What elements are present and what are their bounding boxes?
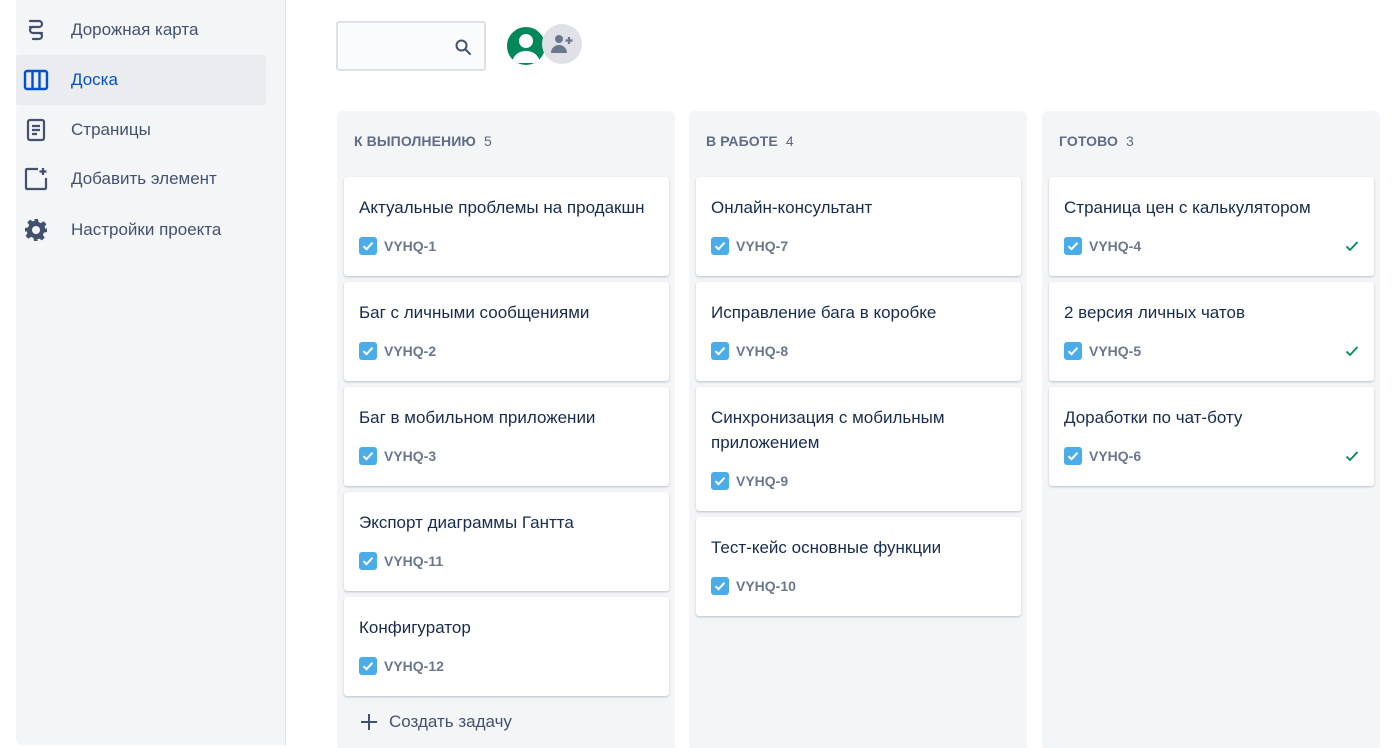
create-task-label: Создать задачу bbox=[389, 712, 512, 731]
sidebar-item-label: Настройки проекта bbox=[71, 220, 222, 239]
add-item-icon bbox=[22, 165, 50, 193]
column-count: 4 bbox=[785, 133, 794, 149]
issue-key: VYHQ-3 bbox=[384, 448, 437, 464]
column-count: 5 bbox=[483, 133, 492, 149]
add-user-button[interactable] bbox=[542, 24, 582, 64]
issue-title: Страница цен с калькулятором bbox=[1064, 198, 1311, 217]
issue-title: Доработки по чат-боту bbox=[1064, 408, 1243, 427]
create-task-button[interactable]: Создать задачу bbox=[359, 712, 512, 732]
issue-type-icon bbox=[359, 447, 377, 465]
issue-key: VYHQ-6 bbox=[1089, 448, 1142, 464]
column-header: В РАБОТЕ 4 bbox=[706, 133, 794, 149]
issue-card[interactable]: Актуальные проблемы на продакшн VYHQ-1 bbox=[344, 177, 669, 276]
sidebar-item-board[interactable]: Доска bbox=[16, 55, 266, 105]
done-check-icon bbox=[1345, 346, 1359, 357]
issue-type-icon bbox=[1064, 447, 1082, 465]
issue-type-icon bbox=[359, 342, 377, 360]
issue-title: Синхронизация с мобильным приложением bbox=[711, 408, 945, 452]
board-column-in-progress: В РАБОТЕ 4 Онлайн-консультант VYHQ-7 Испр… bbox=[689, 111, 1027, 748]
search-input[interactable] bbox=[346, 33, 446, 59]
issue-title: Баг с личными сообщениями bbox=[359, 303, 590, 322]
issue-key: VYHQ-7 bbox=[736, 238, 789, 254]
column-count: 3 bbox=[1126, 133, 1134, 149]
issue-card[interactable]: Тест-кейс основные функции VYHQ-10 bbox=[696, 517, 1021, 616]
search-box[interactable] bbox=[336, 21, 486, 71]
done-check-icon bbox=[1345, 241, 1359, 252]
issue-key: VYHQ-9 bbox=[736, 473, 789, 489]
add-user-icon bbox=[551, 35, 573, 53]
issue-key: VYHQ-8 bbox=[736, 343, 789, 359]
sidebar-item-label: Дорожная карта bbox=[71, 20, 199, 39]
plus-icon bbox=[361, 714, 377, 730]
column-title: К ВЫПОЛНЕНИЮ bbox=[354, 133, 476, 149]
sidebar: Дорожная карта Доска Страницы Добавить э… bbox=[16, 0, 286, 745]
issue-type-icon bbox=[711, 472, 729, 490]
column-title: ГОТОВО bbox=[1059, 133, 1118, 149]
issue-key: VYHQ-4 bbox=[1089, 238, 1142, 254]
column-header: ГОТОВО 3 bbox=[1059, 133, 1134, 149]
issue-card[interactable]: Исправление бага в коробке VYHQ-8 bbox=[696, 282, 1021, 381]
issue-key: VYHQ-12 bbox=[384, 658, 444, 674]
issue-card[interactable]: Страница цен с калькулятором VYHQ-4 bbox=[1049, 177, 1374, 276]
column-title: В РАБОТЕ bbox=[706, 133, 778, 149]
issue-type-icon bbox=[711, 577, 729, 595]
issue-type-icon bbox=[711, 342, 729, 360]
gear-icon bbox=[22, 216, 50, 244]
roadmap-icon bbox=[22, 16, 50, 44]
sidebar-item-pages[interactable]: Страницы bbox=[16, 105, 266, 155]
issue-key: VYHQ-11 bbox=[384, 553, 444, 569]
issue-title: 2 версия личных чатов bbox=[1064, 303, 1245, 322]
issue-card[interactable]: Онлайн-консультант VYHQ-7 bbox=[696, 177, 1021, 276]
issue-title: Онлайн-консультант bbox=[711, 198, 873, 217]
issue-type-icon bbox=[1064, 342, 1082, 360]
issue-type-icon bbox=[359, 552, 377, 570]
issue-card[interactable]: Баг в мобильном приложении VYHQ-3 bbox=[344, 387, 669, 486]
column-header: К ВЫПОЛНЕНИЮ 5 bbox=[354, 133, 492, 149]
issue-type-icon bbox=[711, 237, 729, 255]
issue-title: Тест-кейс основные функции bbox=[711, 538, 942, 557]
issue-card[interactable]: Доработки по чат-боту VYHQ-6 bbox=[1049, 387, 1374, 486]
avatar[interactable] bbox=[505, 25, 547, 67]
issue-key: VYHQ-5 bbox=[1089, 343, 1142, 359]
issue-title: Актуальные проблемы на продакшн bbox=[359, 198, 645, 217]
sidebar-item-label: Доска bbox=[71, 70, 118, 89]
issue-type-icon bbox=[359, 657, 377, 675]
search-icon[interactable] bbox=[454, 38, 472, 56]
pages-icon bbox=[22, 116, 50, 144]
issue-key: VYHQ-2 bbox=[384, 343, 437, 359]
issue-card[interactable]: Конфигуратор VYHQ-12 bbox=[344, 597, 669, 696]
sidebar-item-label: Страницы bbox=[71, 120, 151, 139]
board-icon bbox=[22, 66, 50, 94]
issue-type-icon bbox=[1064, 237, 1082, 255]
sidebar-item-add-item[interactable]: Добавить элемент bbox=[16, 154, 266, 204]
sidebar-item-roadmap[interactable]: Дорожная карта bbox=[16, 5, 266, 55]
user-icon bbox=[512, 34, 540, 63]
board-column-done: ГОТОВО 3 Страница цен с калькулятором VYH… bbox=[1042, 111, 1380, 748]
done-check-icon bbox=[1345, 451, 1359, 462]
sidebar-item-label: Добавить элемент bbox=[71, 169, 217, 188]
issue-title: Экспорт диаграммы Гантта bbox=[359, 513, 574, 532]
issue-key: VYHQ-10 bbox=[736, 578, 796, 594]
issue-card[interactable]: Баг с личными сообщениями VYHQ-2 bbox=[344, 282, 669, 381]
issue-key: VYHQ-1 bbox=[384, 238, 437, 254]
issue-card[interactable]: Синхронизация с мобильным приложением VY… bbox=[696, 387, 1021, 511]
issue-type-icon bbox=[359, 237, 377, 255]
issue-card[interactable]: 2 версия личных чатов VYHQ-5 bbox=[1049, 282, 1374, 381]
issue-title: Баг в мобильном приложении bbox=[359, 408, 596, 427]
sidebar-item-settings[interactable]: Настройки проекта bbox=[16, 205, 266, 255]
board-column-todo: К ВЫПОЛНЕНИЮ 5 Актуальные проблемы на про… bbox=[337, 111, 675, 748]
issue-title: Исправление бага в коробке bbox=[711, 303, 937, 322]
issue-title: Конфигуратор bbox=[359, 618, 471, 637]
issue-card[interactable]: Экспорт диаграммы Гантта VYHQ-11 bbox=[344, 492, 669, 591]
